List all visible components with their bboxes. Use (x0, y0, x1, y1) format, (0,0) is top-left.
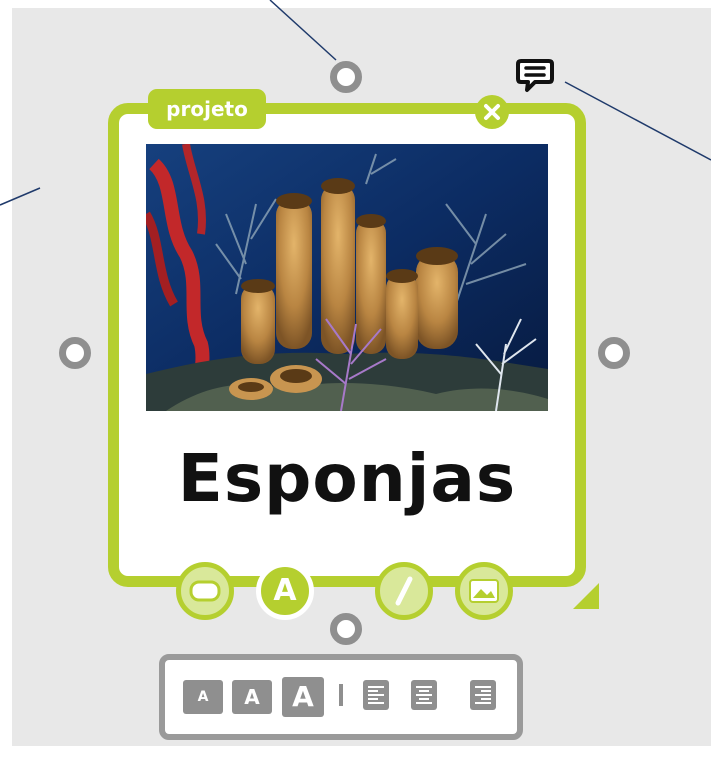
image-tool-button[interactable] (455, 562, 513, 620)
font-size-small-button[interactable]: A (183, 680, 223, 714)
close-icon (484, 104, 500, 120)
align-center-icon (416, 686, 432, 704)
font-size-large-button[interactable]: A (282, 677, 324, 717)
connection-handle-right[interactable] (598, 337, 630, 369)
shape-tool-button[interactable] (176, 562, 234, 620)
shape-tool-icon (189, 580, 221, 602)
font-size-medium-button[interactable]: A (232, 680, 272, 714)
text-tool-button[interactable]: A (256, 562, 314, 620)
project-tag: projeto (148, 89, 266, 129)
pencil-tool-icon (395, 576, 413, 606)
close-button[interactable] (475, 95, 509, 129)
image-tool-icon (469, 579, 499, 603)
card-image[interactable] (146, 144, 548, 411)
toolbar-separator (339, 684, 343, 706)
connection-handle-top[interactable] (330, 61, 362, 93)
align-left-icon (368, 686, 384, 704)
pencil-tool-button[interactable] (375, 562, 433, 620)
coral-reef-sponges-photo (146, 144, 548, 411)
connection-handle-left[interactable] (59, 337, 91, 369)
comment-icon[interactable] (515, 55, 555, 95)
align-left-button[interactable] (363, 680, 389, 710)
resize-handle[interactable] (573, 583, 599, 609)
text-tool-icon: A (273, 573, 297, 608)
card-title[interactable]: Esponjas (108, 440, 586, 517)
align-right-icon (475, 686, 491, 704)
align-center-button[interactable] (411, 680, 437, 710)
connection-handle-bottom[interactable] (330, 613, 362, 645)
align-right-button[interactable] (470, 680, 496, 710)
